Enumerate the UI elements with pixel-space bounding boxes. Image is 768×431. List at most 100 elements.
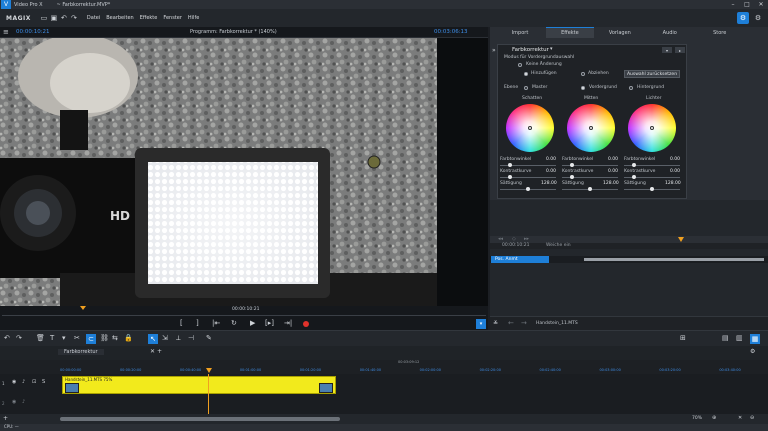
color-wheel-shadows[interactable]: [506, 104, 554, 152]
wheel-contrast-slider-shadows[interactable]: [500, 175, 556, 179]
color-wheel-midtones[interactable]: [567, 104, 615, 152]
zoom-out-icon[interactable]: ⊖: [750, 415, 754, 421]
wheel-sat-slider-midtones[interactable]: [562, 187, 618, 191]
reset-selection-button[interactable]: Auswahl zurücksetzen: [624, 70, 680, 78]
video-letterbox: [437, 38, 488, 306]
menu-help[interactable]: Hilfe: [188, 15, 199, 21]
group-icon[interactable]: ⛓: [100, 334, 109, 342]
play-icon[interactable]: ▶: [250, 319, 255, 327]
redo-icon[interactable]: ↷: [69, 14, 79, 22]
marker-icon[interactable]: ▾: [62, 334, 66, 342]
add-track-icon[interactable]: +: [3, 415, 8, 422]
layout-1-icon[interactable]: ▤: [722, 334, 729, 342]
wheel-lum-slider-shadows[interactable]: [500, 163, 556, 167]
scrub-bar[interactable]: 00:00:10:21: [0, 306, 488, 318]
draw-icon[interactable]: ✎: [206, 334, 212, 342]
panel-close-icon[interactable]: ▸: [675, 47, 685, 53]
go-end-icon[interactable]: ⇥|: [284, 319, 292, 327]
kf-playhead[interactable]: [678, 237, 684, 242]
wheel-contrast-slider-highlights[interactable]: [624, 175, 680, 179]
minimize-icon[interactable]: –: [726, 1, 740, 8]
pointer-icon[interactable]: ↖: [148, 334, 158, 344]
wheel-lum-slider-midtones[interactable]: [562, 163, 618, 167]
undo-tool-icon[interactable]: ↶: [4, 334, 10, 342]
tab-add-icon[interactable]: +: [157, 348, 162, 355]
close-icon[interactable]: ✕: [754, 1, 768, 8]
save-icon[interactable]: ▣: [49, 14, 59, 22]
go-start-icon[interactable]: |⇤: [212, 319, 220, 327]
menu-window[interactable]: Fenster: [163, 15, 182, 21]
panel-menu-icon[interactable]: ▾: [662, 47, 672, 53]
effect-dropdown-icon[interactable]: ▾: [550, 46, 553, 52]
new-file-icon[interactable]: ▭: [39, 14, 49, 22]
preview-collapse-icon[interactable]: ≚: [493, 320, 498, 327]
trim-icon[interactable]: ⊣: [188, 334, 194, 342]
track-solo-icon[interactable]: S: [42, 379, 45, 385]
maximize-icon[interactable]: □: [740, 1, 754, 8]
mode-add-radio[interactable]: [524, 72, 528, 76]
cut-icon[interactable]: ✂: [74, 334, 80, 342]
menu-file[interactable]: Datei: [87, 15, 100, 21]
wheel-lum-slider-highlights[interactable]: [624, 163, 680, 167]
link-icon[interactable]: ⊂: [86, 334, 96, 344]
timeline-ruler[interactable]: 00:03:09:12 00:00:00:00 00:00:20:00 00:00:…: [0, 360, 768, 374]
split-icon[interactable]: ⟂: [176, 334, 181, 343]
ruler-tool-icon[interactable]: ⊞: [680, 334, 686, 342]
kf-prev-icon[interactable]: ◂◂: [498, 236, 503, 242]
timeline-tab[interactable]: Farbkorrektur: [58, 349, 104, 355]
timeline-settings-icon[interactable]: ⚙: [750, 348, 755, 355]
timeline-scrollbar[interactable]: + 70% ⊕ ✕ ⊖: [0, 414, 768, 424]
playhead-marker[interactable]: [206, 368, 212, 373]
mode-sub-radio[interactable]: [581, 72, 585, 76]
wheel-contrast-slider-midtones[interactable]: [562, 175, 618, 179]
menu-icon[interactable]: ≡: [3, 28, 9, 36]
menu-effects[interactable]: Effekte: [140, 15, 158, 21]
mode-none-radio[interactable]: [518, 63, 522, 67]
video-preview[interactable]: HD: [0, 34, 440, 306]
track-visible-icon[interactable]: ◉: [12, 379, 16, 385]
track2-mute-icon[interactable]: ♪: [22, 399, 25, 405]
wheel-sat-slider-shadows[interactable]: [500, 187, 556, 191]
menu-edit[interactable]: Bearbeiten: [106, 15, 133, 21]
track2-visible-icon[interactable]: ◉: [12, 399, 16, 405]
collapse-icon[interactable]: »: [492, 47, 496, 54]
delete-icon[interactable]: 🗑: [36, 334, 45, 342]
kf-track-scroll[interactable]: [584, 258, 764, 261]
mark-out-icon[interactable]: ]: [196, 319, 199, 327]
effect-name[interactable]: Farbkorrektur: [512, 47, 549, 53]
wheel-sat-slider-highlights[interactable]: [624, 187, 680, 191]
scrub-position-marker[interactable]: [80, 306, 86, 310]
keyframe-header: 00:00:10:21 Weiche ein: [490, 237, 768, 249]
lock-icon[interactable]: 🔒: [124, 334, 133, 342]
kf-next-icon[interactable]: ▸▸: [524, 236, 529, 242]
range-icon[interactable]: ⇲: [162, 334, 168, 342]
loop-icon[interactable]: ↻: [231, 319, 237, 327]
ripple-icon[interactable]: ⇆: [112, 334, 118, 342]
redo-tool-icon[interactable]: ↷: [16, 334, 22, 342]
next-frame-icon[interactable]: [▸]: [265, 319, 274, 327]
preview-forward-icon[interactable]: →: [521, 319, 527, 327]
track-mute-icon[interactable]: ♪: [22, 379, 25, 385]
workspace-icon[interactable]: ⚙: [737, 12, 749, 24]
zoom-fit-icon[interactable]: ✕: [738, 415, 742, 421]
scroll-thumb[interactable]: [60, 417, 340, 421]
zoom-in-icon[interactable]: ⊕: [712, 415, 716, 421]
mark-in-icon[interactable]: [: [180, 319, 183, 327]
preview-back-icon[interactable]: ←: [508, 319, 514, 327]
layout-2-icon[interactable]: ▥: [736, 334, 743, 342]
text-icon[interactable]: T: [50, 334, 54, 342]
timeline-clip[interactable]: Handstein_11.MTS 75%: [62, 376, 336, 394]
level-fg-radio[interactable]: [581, 86, 585, 90]
layout-3-icon[interactable]: ▦: [750, 334, 760, 344]
tab-close-icon[interactable]: ✕: [150, 348, 155, 355]
record-icon[interactable]: [303, 321, 309, 327]
kf-row-label[interactable]: Pos. Anmt: [491, 256, 549, 263]
kf-add-icon[interactable]: ◇: [512, 236, 516, 242]
undo-icon[interactable]: ↶: [59, 14, 69, 22]
color-wheel-highlights[interactable]: [628, 104, 676, 152]
level-bg-radio[interactable]: [629, 86, 633, 90]
settings-icon[interactable]: ⚙: [752, 14, 764, 22]
monitor-menu-icon[interactable]: ▾: [476, 319, 486, 329]
track-lock-icon[interactable]: ⊡: [32, 379, 36, 385]
level-master-radio[interactable]: [524, 86, 528, 90]
